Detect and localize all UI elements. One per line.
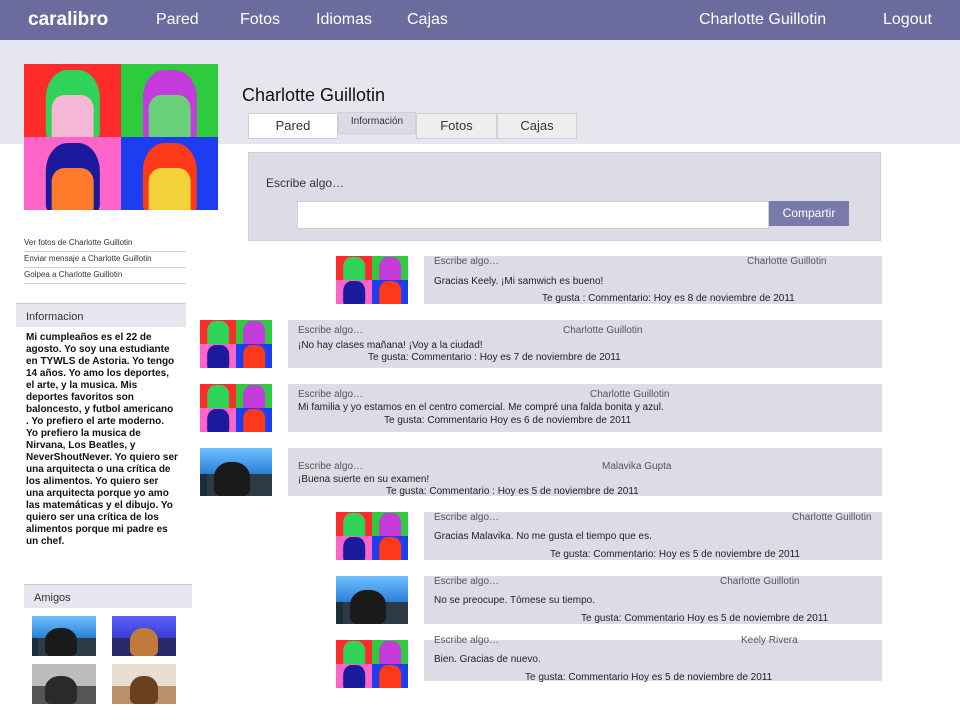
wall-post: Escribe algo… Charlotte Guillotin Gracia… [424,256,882,304]
wall-post: Escribe algo… Charlotte Guillotin Mi fam… [288,384,882,432]
friend-avatar[interactable] [32,616,96,656]
post-avatar[interactable] [200,384,272,432]
post-message: Gracias Malavika. No me gusta el tiempo … [434,531,652,542]
wall-post: Escribe algo… Keely Rivera Bien. Gracias… [424,635,882,683]
post-author[interactable]: Charlotte Guillotin [720,576,799,587]
post-message: Mi familia y yo estamos en el centro com… [298,402,664,413]
post-author[interactable]: Charlotte Guillotin [747,256,826,267]
post-message: Bien. Gracias de nuevo. [434,654,541,665]
post-avatar[interactable] [200,320,272,368]
bio-text: Mi cumpleaños es el 22 de agosto. Yo soy… [26,332,178,547]
wall-post: Escribe algo… Charlotte Guillotin Gracia… [424,512,882,560]
post-message: Gracias Keely. ¡Mi samwich es bueno! [434,276,604,287]
post-author[interactable]: Charlotte Guillotin [792,512,871,523]
post-meta[interactable]: Te gusta: Commentario Hoy es 6 de noviem… [384,415,631,426]
wall-post: Escribe algo… Charlotte Guillotin ¡No ha… [288,320,882,368]
compose-box: Escribe algo… Compartir [248,152,881,241]
post-avatar[interactable] [336,576,408,624]
profile-actions: Ver fotos de Charlotte Guillotin Enviar … [24,236,186,284]
post-message: No se preocupe. Tómese su tiempo. [434,595,596,606]
post-message: ¡Buena suerte en su examen! [298,474,430,485]
poke-link[interactable]: Golpea a Charlotte Guillotin [24,268,186,284]
tab-pared[interactable]: Pared [248,113,338,139]
post-author[interactable]: Malavika Gupta [602,461,671,472]
wall-post: Escribe algo… Charlotte Guillotin No se … [424,576,882,624]
post-avatar[interactable] [336,256,408,304]
tab-cajas[interactable]: Cajas [497,113,577,139]
share-button[interactable]: Compartir [769,201,849,226]
tab-informacion[interactable]: Información [338,112,416,134]
post-meta[interactable]: Te gusta: Commentario: Hoy es 5 de novie… [550,549,800,560]
compose-label: Escribe algo… [266,176,345,190]
brand-logo[interactable]: caralibro [28,9,108,31]
post-meta[interactable]: Te gusta: Commentario Hoy es 5 de noviem… [525,672,772,683]
post-meta[interactable]: Te gusta: Commentario : Hoy es 7 de novi… [368,352,621,363]
post-message: ¡No hay clases mañana! ¡Voy a la ciudad! [298,340,483,351]
friend-avatar[interactable] [112,616,176,656]
profile-picture[interactable] [24,64,218,210]
post-author[interactable]: Charlotte Guillotin [563,325,642,336]
friend-avatar[interactable] [32,664,96,704]
info-heading: Informacion [16,303,186,327]
post-avatar[interactable] [200,448,272,496]
friends-heading: Amigos [24,584,192,608]
friend-avatar[interactable] [112,664,176,704]
view-photos-link[interactable]: Ver fotos de Charlotte Guillotin [24,236,186,252]
send-message-link[interactable]: Enviar mensaje a Charlotte Guillotin [24,252,186,268]
wall-post: Escribe algo… Malavika Gupta ¡Buena suer… [288,448,882,497]
post-author[interactable]: Keely Rivera [741,635,798,646]
nav-user-name[interactable]: Charlotte Guillotin [699,11,826,29]
tab-fotos[interactable]: Fotos [416,113,497,139]
logout-link[interactable]: Logout [883,11,932,29]
post-meta[interactable]: Te gusta: Commentario Hoy es 5 de noviem… [581,613,828,624]
post-avatar[interactable] [336,512,408,560]
post-author[interactable]: Charlotte Guillotin [590,389,669,400]
post-meta[interactable]: Te gusta : Commentario: Hoy es 8 de novi… [542,293,795,304]
nav-fotos[interactable]: Fotos [240,11,280,29]
profile-name: Charlotte Guillotin [242,85,386,105]
compose-input[interactable] [297,201,769,229]
post-meta[interactable]: Te gusta: Commentario : Hoy es 5 de novi… [386,486,639,497]
nav-pared[interactable]: Pared [156,11,199,29]
post-avatar[interactable] [336,640,408,688]
top-navigation-bar: caralibro Pared Fotos Idiomas Cajas Char… [0,0,960,40]
nav-cajas[interactable]: Cajas [407,11,448,29]
nav-idiomas[interactable]: Idiomas [316,11,372,29]
